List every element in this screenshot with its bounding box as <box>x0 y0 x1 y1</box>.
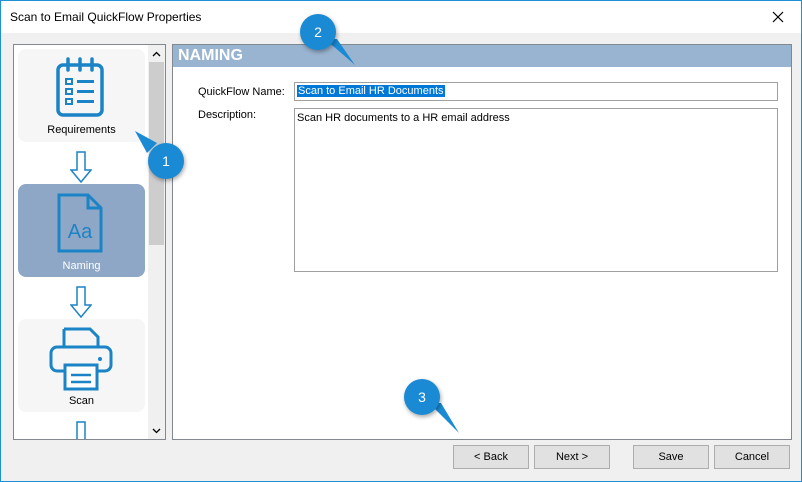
scroll-down-button[interactable] <box>148 422 165 439</box>
back-button[interactable]: < Back <box>453 445 529 469</box>
title-bar: Scan to Email QuickFlow Properties <box>1 1 801 33</box>
callout-badge-1: 1 <box>148 143 184 179</box>
description-label: Description: <box>198 109 257 121</box>
save-button[interactable]: Save <box>633 445 709 469</box>
nav-icon-text: Aa <box>68 221 93 243</box>
chevron-up-icon <box>152 51 161 56</box>
quickflow-name-value: Scan to Email HR Documents <box>297 85 445 97</box>
cancel-button[interactable]: Cancel <box>714 445 790 469</box>
arrow-down-icon <box>70 286 92 318</box>
scroll-up-button[interactable] <box>148 45 165 62</box>
nav-item-label: Naming <box>62 260 101 272</box>
arrow-down-icon <box>70 151 92 183</box>
close-icon <box>772 11 784 22</box>
chevron-down-icon <box>152 428 161 433</box>
quickflow-name-input[interactable]: Scan to Email HR Documents <box>294 82 778 101</box>
quickflow-name-label: QuickFlow Name: <box>198 86 285 98</box>
section-header: NAMING <box>173 45 791 67</box>
nav-item-scan[interactable]: Scan <box>18 319 145 412</box>
description-value: Scan HR documents to a HR email address <box>297 112 510 124</box>
properties-window: Scan to Email QuickFlow Properties Requi… <box>0 0 802 482</box>
next-button[interactable]: Next > <box>534 445 610 469</box>
text-document-icon: Aa <box>57 193 103 253</box>
callout-badge-2: 2 <box>300 14 336 50</box>
naming-panel: NAMING QuickFlow Name: Scan to Email HR … <box>172 44 792 440</box>
clipboard-list-icon <box>56 57 104 117</box>
nav-panel: Requirements Aa Naming Scan <box>13 44 166 440</box>
section-title: NAMING <box>178 47 243 64</box>
nav-item-requirements[interactable]: Requirements <box>18 49 145 142</box>
callout-badge-3: 3 <box>404 379 440 415</box>
nav-item-naming[interactable]: Aa Naming <box>18 184 145 277</box>
nav-scrollbar[interactable] <box>148 45 165 439</box>
description-textarea[interactable]: Scan HR documents to a HR email address <box>294 108 778 272</box>
close-button[interactable] <box>755 1 801 32</box>
window-title: Scan to Email QuickFlow Properties <box>10 10 202 24</box>
nav-item-label: Requirements <box>47 124 116 136</box>
printer-icon <box>49 327 113 391</box>
arrow-down-icon <box>76 421 86 439</box>
nav-item-label: Scan <box>68 395 95 407</box>
